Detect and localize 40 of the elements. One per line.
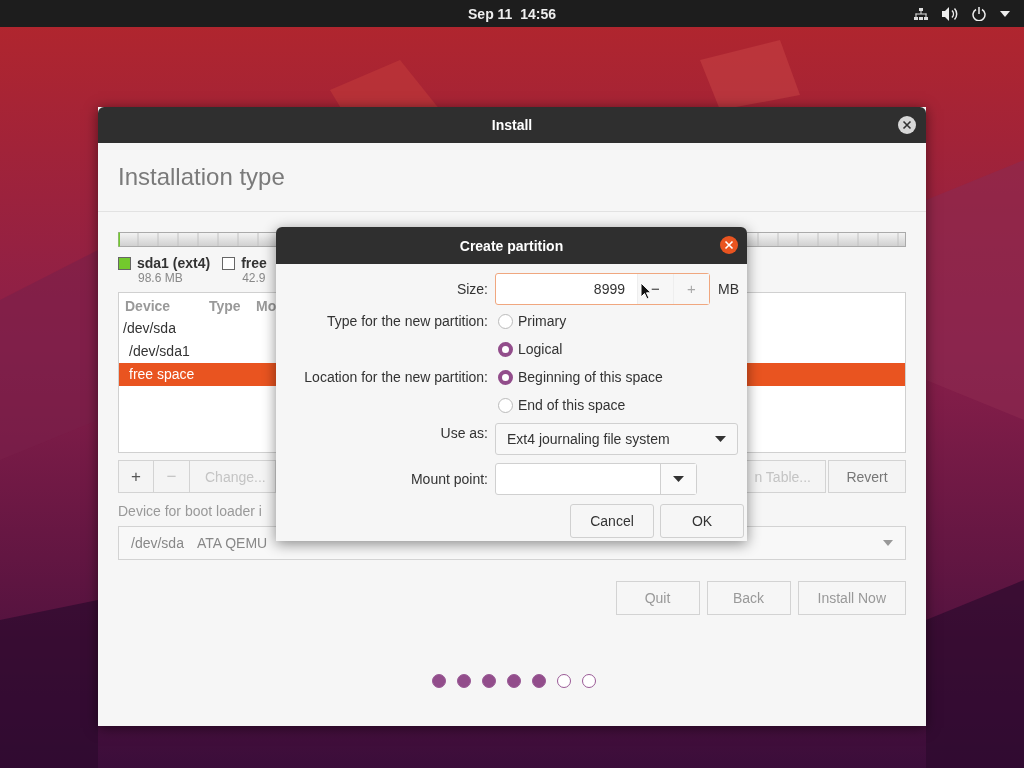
- radio-option[interactable]: Logical: [498, 337, 563, 361]
- radio-option[interactable]: Beginning of this space: [498, 365, 663, 389]
- mount-point-field[interactable]: [495, 463, 697, 495]
- legend-size: 42.9: [242, 271, 267, 285]
- radio-button[interactable]: [498, 369, 513, 385]
- mouse-pointer-icon: [640, 282, 652, 300]
- dialog-button[interactable]: Cancel: [570, 504, 654, 538]
- network-icon[interactable]: [914, 7, 928, 20]
- clock[interactable]: Sep 11 14:56: [468, 5, 556, 22]
- power-icon[interactable]: [972, 6, 986, 21]
- option-label: Type for the new partition:: [325, 312, 488, 331]
- use-as-dropdown[interactable]: Ext4 journaling file system: [495, 423, 738, 455]
- mount-point-label: Mount point:: [409, 470, 488, 489]
- radio-option[interactable]: Primary: [498, 309, 567, 333]
- caret-icon[interactable]: [1000, 10, 1010, 17]
- use-as-label: Use as:: [439, 424, 488, 443]
- boot-loader-label: Device for boot loader i: [118, 502, 262, 521]
- decrement-button[interactable]: −: [637, 274, 673, 304]
- dropdown-arrow-icon: [883, 540, 893, 546]
- volume-icon[interactable]: [942, 6, 958, 21]
- radio-option[interactable]: End of this space: [498, 393, 626, 417]
- unit-label: MB: [718, 281, 739, 297]
- legend-size: 98.6 MB: [138, 271, 184, 285]
- dropdown-arrow-icon: [715, 436, 726, 442]
- option-label: Location for the new partition:: [303, 368, 488, 387]
- dropdown-arrow-icon: [673, 476, 684, 482]
- legend-label: free: [241, 255, 267, 271]
- radio-button[interactable]: [498, 313, 513, 329]
- radio-button[interactable]: [498, 341, 513, 357]
- dialog-title: Create partition: [459, 237, 564, 254]
- close-icon[interactable]: [720, 236, 738, 254]
- toolbar-button[interactable]: +: [118, 460, 154, 493]
- legend-label: sda1 (ext4): [137, 255, 211, 271]
- close-icon[interactable]: [898, 116, 916, 134]
- toolbar-button[interactable]: Revert: [828, 460, 906, 493]
- size-label: Size:: [455, 280, 488, 299]
- dialog-button[interactable]: OK: [660, 504, 744, 538]
- window-title: Install: [491, 117, 533, 133]
- page-heading: Installation type: [118, 163, 285, 191]
- radio-button[interactable]: [498, 397, 513, 413]
